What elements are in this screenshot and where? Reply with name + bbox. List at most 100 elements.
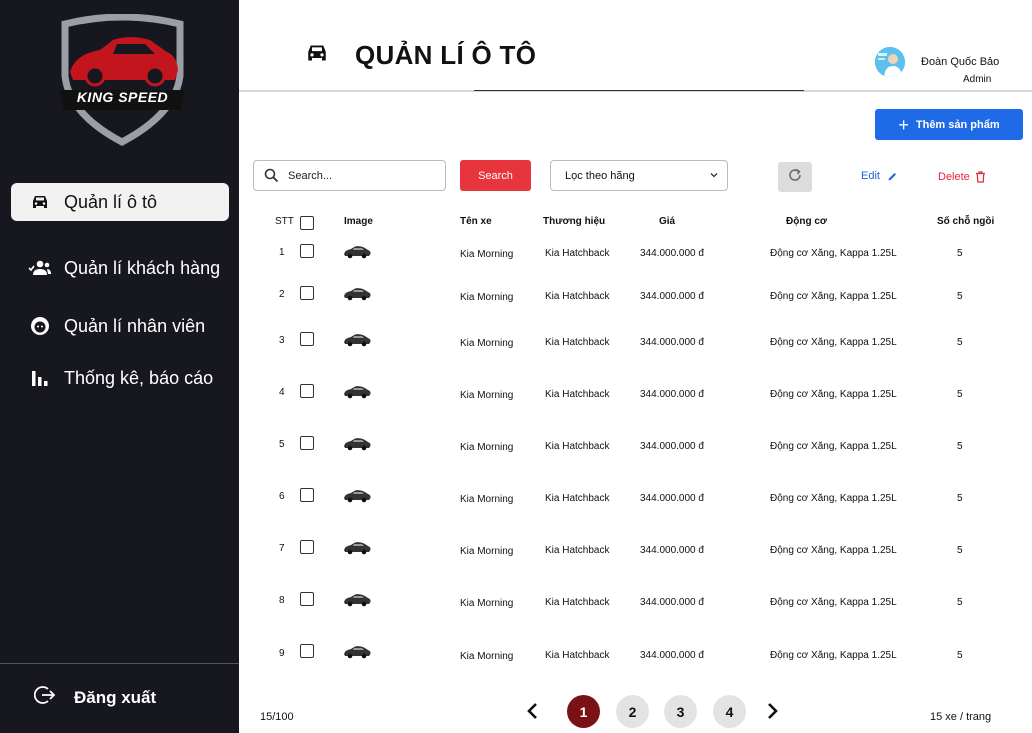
row-price: 344.000.000 đ <box>640 650 704 661</box>
sidebar-item-customers[interactable]: Quản lí khách hàng <box>11 249 229 287</box>
row-checkbox[interactable] <box>300 384 314 398</box>
row-price: 344.000.000 đ <box>640 389 704 400</box>
row-car-name: Kia Morning <box>460 651 514 662</box>
row-engine: Động cơ Xăng, Kappa 1.25L <box>770 650 897 661</box>
bar-chart-icon <box>23 366 57 390</box>
sidebar-item-reports[interactable]: Thống kê, báo cáo <box>11 359 229 397</box>
add-product-button[interactable]: + Thêm sản phẩm <box>875 109 1023 140</box>
row-engine: Động cơ Xăng, Kappa 1.25L <box>770 545 897 556</box>
employee-icon <box>23 314 57 338</box>
delete-button[interactable]: Delete <box>938 171 986 183</box>
delete-label: Delete <box>938 171 970 183</box>
header-divider <box>239 90 1032 92</box>
car-thumbnail <box>344 438 371 451</box>
row-seats: 5 <box>957 545 963 556</box>
select-all-checkbox[interactable] <box>300 216 314 230</box>
row-price: 344.000.000 đ <box>640 441 704 452</box>
chevron-right-icon[interactable] <box>765 702 779 725</box>
row-brand: Kia Hatchback <box>545 389 610 400</box>
column-header-seats: Số chỗ ngồi <box>937 216 995 227</box>
row-checkbox[interactable] <box>300 436 314 450</box>
row-engine: Động cơ Xăng, Kappa 1.25L <box>770 389 897 400</box>
row-price: 344.000.000 đ <box>640 597 704 608</box>
row-seats: 5 <box>957 650 963 661</box>
sidebar: KING SPEED Quản lí ô tô Quản lí khách hà… <box>0 0 239 733</box>
row-price: 344.000.000 đ <box>640 337 704 348</box>
brand-name: KING SPEED <box>76 89 169 105</box>
sidebar-item-label: Quản lí ô tô <box>64 191 158 212</box>
row-engine: Động cơ Xăng, Kappa 1.25L <box>770 291 897 302</box>
car-thumbnail <box>344 490 371 503</box>
row-stt: 6 <box>279 491 285 502</box>
logout-label: Đăng xuất <box>74 687 157 707</box>
row-car-name: Kia Morning <box>460 390 514 401</box>
row-seats: 5 <box>957 248 963 259</box>
brand-filter-select[interactable]: Lọc theo hãng <box>550 160 728 191</box>
row-car-name: Kia Morning <box>460 598 514 609</box>
king-speed-logo: KING SPEED <box>55 13 190 146</box>
row-stt: 1 <box>279 247 285 258</box>
sidebar-divider <box>0 663 239 664</box>
search-icon <box>264 168 279 183</box>
row-stt: 2 <box>279 289 285 300</box>
row-seats: 5 <box>957 389 963 400</box>
column-header-stt: STT <box>275 216 294 227</box>
search-box <box>253 160 446 191</box>
row-engine: Động cơ Xăng, Kappa 1.25L <box>770 337 897 348</box>
items-per-page[interactable]: 15 xe / trang <box>930 711 991 723</box>
row-checkbox[interactable] <box>300 488 314 502</box>
row-car-name: Kia Morning <box>460 338 514 349</box>
sidebar-item-employees[interactable]: Quản lí nhân viên <box>11 307 229 345</box>
row-checkbox[interactable] <box>300 592 314 606</box>
row-checkbox[interactable] <box>300 540 314 554</box>
row-brand: Kia Hatchback <box>545 597 610 608</box>
row-price: 344.000.000 đ <box>640 248 704 259</box>
car-thumbnail <box>344 542 371 555</box>
row-brand: Kia Hatchback <box>545 291 610 302</box>
page-button-3[interactable]: 3 <box>664 695 697 728</box>
sidebar-item-label: Quản lí khách hàng <box>64 257 221 278</box>
user-name: Đoàn Quốc Bảo <box>921 56 1000 68</box>
row-price: 344.000.000 đ <box>640 493 704 504</box>
column-header-brand: Thương hiệu <box>543 216 606 227</box>
row-engine: Động cơ Xăng, Kappa 1.25L <box>770 248 897 259</box>
plus-icon: + <box>898 114 909 135</box>
row-checkbox[interactable] <box>300 644 314 658</box>
sidebar-item-label: Thống kê, báo cáo <box>64 367 214 388</box>
row-checkbox[interactable] <box>300 332 314 346</box>
edit-button[interactable]: Edit <box>861 170 898 182</box>
search-input[interactable] <box>288 169 438 182</box>
edit-label: Edit <box>861 170 880 182</box>
chevron-left-icon[interactable] <box>526 702 540 725</box>
row-seats: 5 <box>957 441 963 452</box>
row-price: 344.000.000 đ <box>640 291 704 302</box>
page-button-2[interactable]: 2 <box>616 695 649 728</box>
logout-button[interactable]: Đăng xuất <box>33 684 157 711</box>
sidebar-item-cars[interactable]: Quản lí ô tô <box>11 183 229 221</box>
row-engine: Động cơ Xăng, Kappa 1.25L <box>770 441 897 452</box>
row-seats: 5 <box>957 493 963 504</box>
add-product-label: Thêm sản phẩm <box>915 118 1000 131</box>
row-brand: Kia Hatchback <box>545 650 610 661</box>
page-button-1[interactable]: 1 <box>567 695 600 728</box>
brand-filter-label: Lọc theo hãng <box>565 169 635 182</box>
row-car-name: Kia Morning <box>460 249 514 260</box>
row-brand: Kia Hatchback <box>545 441 610 452</box>
row-checkbox[interactable] <box>300 286 314 300</box>
row-car-name: Kia Morning <box>460 494 514 505</box>
chevron-down-icon <box>709 170 719 183</box>
search-button[interactable]: Search <box>460 160 531 191</box>
row-stt: 3 <box>279 335 285 346</box>
row-stt: 9 <box>279 648 285 659</box>
row-checkbox[interactable] <box>300 244 314 258</box>
refresh-icon <box>787 167 803 188</box>
row-brand: Kia Hatchback <box>545 545 610 556</box>
row-brand: Kia Hatchback <box>545 248 610 259</box>
car-icon <box>304 43 330 68</box>
column-header-image: Image <box>344 216 373 227</box>
result-count: 15/100 <box>260 711 294 723</box>
users-icon <box>23 256 57 280</box>
refresh-button[interactable] <box>778 162 812 192</box>
page-button-4[interactable]: 4 <box>713 695 746 728</box>
car-thumbnail <box>344 334 371 347</box>
